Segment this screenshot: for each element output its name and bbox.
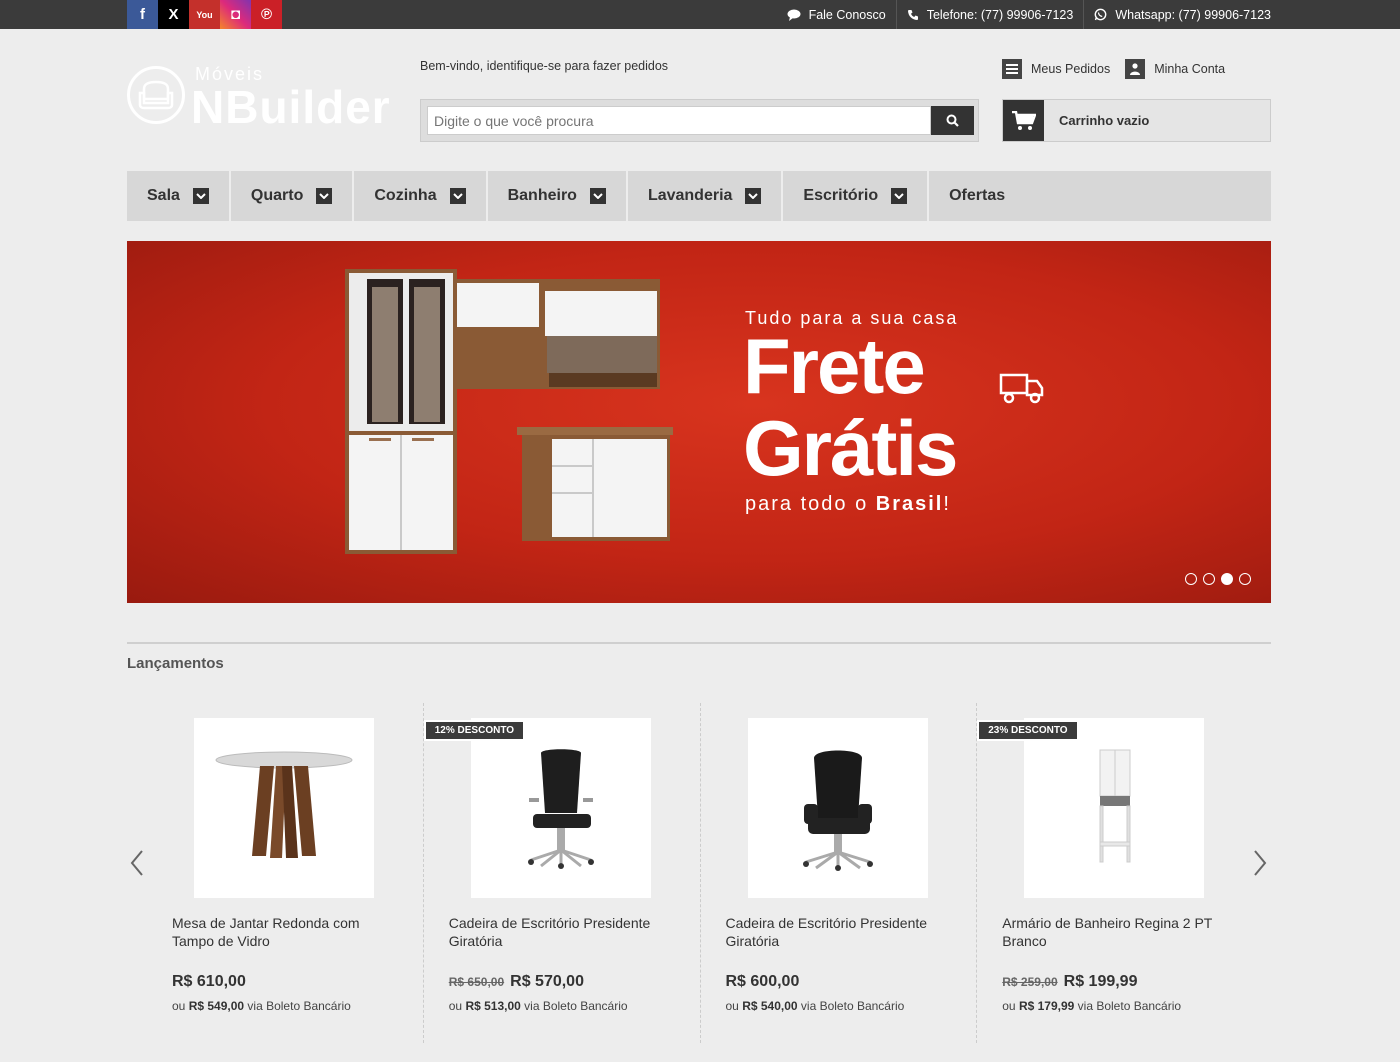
top-links: Fale Conosco Telefone: (77) 99906-7123 W…	[777, 0, 1271, 29]
x-icon[interactable]: X	[158, 0, 189, 29]
pinterest-icon[interactable]: ℗	[251, 0, 282, 29]
carousel-dot[interactable]	[1203, 573, 1215, 585]
banner-footer: para todo o Brasil!	[745, 493, 951, 515]
product-card[interactable]: Mesa de Jantar Redonda com Tampo de Vidr…	[147, 703, 424, 1043]
chair-image[interactable]	[747, 718, 928, 898]
nav-label: Ofertas	[949, 187, 1006, 204]
whatsapp-link[interactable]: Whatsapp: (77) 99906-7123	[1084, 0, 1271, 29]
search-bar	[420, 99, 979, 142]
chevron-down-icon[interactable]	[316, 188, 333, 204]
orders-link[interactable]: Meus Pedidos	[1002, 59, 1110, 79]
nav-label: Sala	[147, 187, 180, 204]
contact-link[interactable]: Fale Conosco	[777, 0, 897, 29]
carousel-dots	[1185, 573, 1257, 585]
nav-item-banheiro[interactable]: Banheiro	[488, 171, 628, 221]
phone-icon	[907, 9, 918, 20]
nav-item-cozinha[interactable]: Cozinha	[354, 171, 488, 221]
search-button[interactable]	[931, 106, 974, 135]
product-name[interactable]: Cadeira de Escritório Presidente Giratór…	[449, 914, 679, 950]
product-price: R$ 610,00	[172, 973, 246, 990]
instagram-icon[interactable]: ◘	[220, 0, 251, 29]
section-title: Lançamentos	[127, 655, 224, 672]
cart-label: Carrinho vazio	[1059, 113, 1150, 128]
nav-item-sala[interactable]: Sala	[127, 171, 231, 221]
top-bar: f X You ◘ ℗ Fale Conosco Telefone: (77) …	[0, 0, 1400, 29]
facebook-icon[interactable]: f	[127, 0, 158, 29]
nav-item-lavanderia[interactable]: Lavanderia	[628, 171, 784, 221]
carousel-dot[interactable]	[1239, 573, 1251, 585]
truck-icon	[999, 373, 1044, 404]
cart-button[interactable]: Carrinho vazio	[1002, 99, 1271, 142]
product-card[interactable]: 23% DESCONTO Armário de Banheiro Regina …	[977, 703, 1254, 1043]
whatsapp-icon	[1094, 8, 1107, 21]
chevron-down-icon[interactable]	[449, 188, 466, 204]
product-price: R$ 650,00 R$ 570,00	[448, 973, 584, 990]
product-card[interactable]: Cadeira de Escritório Presidente Giratór…	[701, 703, 978, 1043]
boleto-price: ou R$ 549,00 via Boleto Bancário	[172, 999, 351, 1013]
old-price: R$ 259,00	[1002, 975, 1058, 989]
banner-headline-line1: Frete	[743, 322, 926, 410]
discount-badge: 12% DESCONTO	[423, 720, 526, 741]
whatsapp-label: Whatsapp: (77) 99906-7123	[1115, 7, 1271, 22]
nav-item-ofertas[interactable]: Ofertas	[929, 171, 1025, 221]
chevron-left-icon	[130, 850, 143, 876]
product-name[interactable]: Cadeira de Escritório Presidente Giratór…	[726, 914, 956, 950]
carousel-prev-button[interactable]	[127, 848, 147, 878]
cart-icon	[1003, 100, 1044, 141]
user-icon	[1125, 59, 1146, 79]
armchair-logo-icon	[127, 66, 185, 124]
banner-headline-line2: Grátis	[743, 404, 958, 492]
phone-link[interactable]: Telefone: (77) 99906-7123	[897, 0, 1085, 29]
hero-banner[interactable]: Tudo para a sua casa Frete Grátis para t…	[127, 241, 1271, 603]
chevron-down-icon[interactable]	[891, 188, 908, 204]
chair-image[interactable]	[470, 718, 651, 898]
boleto-price: ou R$ 513,00 via Boleto Bancário	[448, 999, 628, 1013]
product-name[interactable]: Mesa de Jantar Redonda com Tampo de Vidr…	[172, 914, 402, 950]
carousel-dot[interactable]	[1185, 573, 1197, 585]
search-input[interactable]	[427, 106, 931, 135]
account-label: Minha Conta	[1154, 62, 1226, 76]
chevron-right-icon	[1254, 850, 1267, 876]
boleto-price: ou R$ 179,99 via Boleto Bancário	[1002, 999, 1182, 1013]
carousel-dot-active[interactable]	[1221, 573, 1233, 585]
nav-label: Cozinha	[374, 187, 437, 204]
logo-title: NBuilder	[191, 81, 391, 133]
chevron-down-icon[interactable]	[589, 188, 606, 204]
nav-label: Banheiro	[507, 187, 577, 204]
old-price: R$ 650,00	[448, 975, 505, 989]
youtube-icon[interactable]: You	[189, 0, 220, 29]
category-nav: Sala Quarto Cozinha Banheiro Lavanderia …	[127, 171, 1271, 221]
contact-label: Fale Conosco	[808, 7, 886, 22]
boleto-price: ou R$ 540,00 via Boleto Bancário	[725, 999, 905, 1013]
nav-label: Quarto	[250, 187, 304, 204]
chevron-down-icon[interactable]	[192, 188, 209, 204]
nav-label: Escritório	[803, 187, 879, 204]
nav-item-quarto[interactable]: Quarto	[231, 171, 355, 221]
kitchen-furniture-image	[345, 269, 673, 554]
welcome-message: Bem-vindo, identifique-se para fazer ped…	[420, 59, 669, 73]
social-links: f X You ◘ ℗	[127, 0, 282, 29]
nav-item-escritorio[interactable]: Escritório	[783, 171, 930, 221]
account-link[interactable]: Minha Conta	[1125, 59, 1225, 79]
section-divider	[127, 642, 1271, 644]
orders-label: Meus Pedidos	[1031, 62, 1111, 76]
cabinet-image[interactable]	[1024, 718, 1205, 898]
table-image[interactable]	[194, 718, 374, 898]
product-name[interactable]: Armário de Banheiro Regina 2 PT Branco	[1002, 914, 1232, 950]
site-logo[interactable]: Móveis NBuilder	[127, 62, 392, 133]
search-icon	[946, 114, 959, 127]
nav-label: Lavanderia	[647, 187, 733, 204]
list-icon	[1002, 59, 1022, 79]
product-carousel: Mesa de Jantar Redonda com Tampo de Vidr…	[147, 703, 1254, 1043]
product-price: R$ 259,00 R$ 199,99	[1002, 973, 1138, 990]
chat-icon	[787, 9, 801, 21]
product-price: R$ 600,00	[725, 973, 800, 990]
phone-label: Telefone: (77) 99906-7123	[926, 7, 1074, 22]
chevron-down-icon[interactable]	[745, 188, 762, 204]
discount-badge: 23% DESCONTO	[977, 720, 1079, 741]
account-links: Meus Pedidos Minha Conta	[1002, 59, 1240, 79]
product-card[interactable]: 12% DESCONTO Cadeira de Escritório Presi…	[423, 703, 701, 1043]
